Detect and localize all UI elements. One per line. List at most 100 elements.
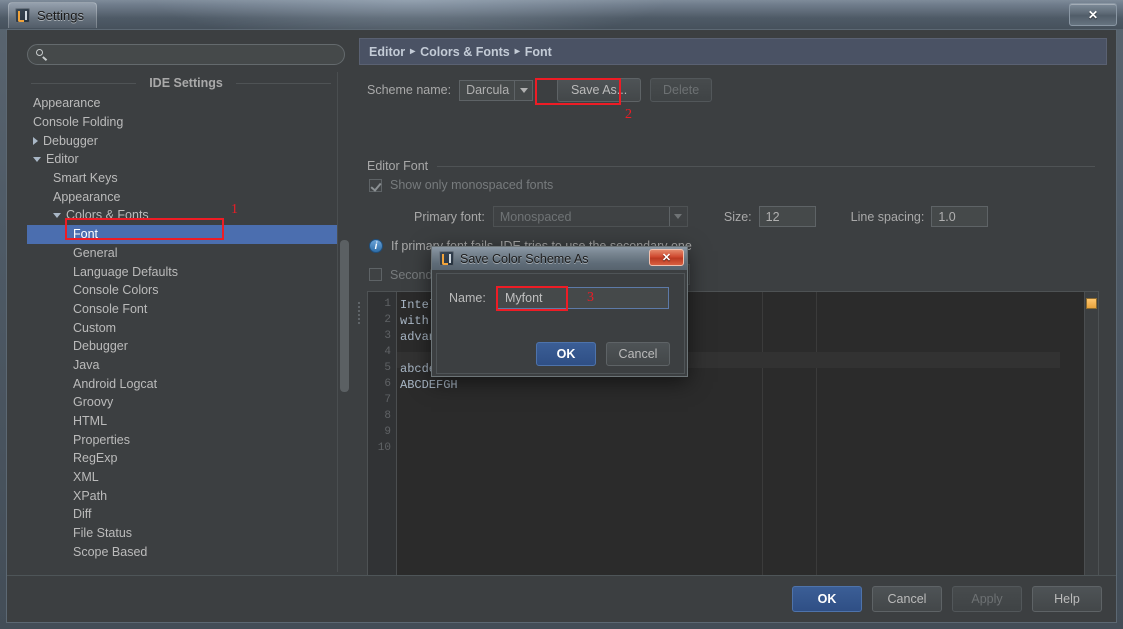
sidebar-item-android-logcat[interactable]: Android Logcat	[27, 374, 345, 393]
line-number: 9	[384, 426, 391, 438]
sidebar-item-groovy[interactable]: Groovy	[27, 393, 345, 412]
sidebar-item-label: Android Logcat	[73, 376, 158, 391]
sidebar-item-html[interactable]: HTML	[27, 412, 345, 431]
dialog-cancel-button[interactable]: Cancel	[606, 342, 670, 366]
chevron-down-icon[interactable]	[514, 80, 532, 100]
breadcrumb: Editor ▸ Colors & Fonts ▸ Font	[359, 38, 1107, 65]
window-close-button[interactable]: ✕	[1069, 3, 1117, 26]
line-number: 10	[377, 442, 391, 454]
show-monospaced-label: Show only monospaced fonts	[390, 178, 554, 192]
sidebar-item-label: Groovy	[73, 395, 114, 410]
sidebar-item-label: Debugger	[73, 339, 128, 354]
line-spacing-label: Line spacing:	[850, 209, 925, 224]
scheme-name-value: Darcula	[466, 83, 510, 97]
chevron-down-icon[interactable]	[668, 207, 687, 226]
primary-font-row: Primary font: Monospaced Size: 12 Line s…	[414, 206, 989, 227]
sidebar-item-properties[interactable]: Properties	[27, 430, 345, 449]
sidebar-item-appearance[interactable]: Appearance	[27, 187, 345, 206]
intellij-logo-icon	[15, 8, 30, 23]
delete-scheme-button: Delete	[650, 78, 713, 102]
size-label: Size:	[723, 209, 752, 224]
breadcrumb-item-editor[interactable]: Editor	[369, 45, 405, 59]
sidebar-item-file-status[interactable]: File Status	[27, 524, 345, 543]
search-input[interactable]	[48, 47, 344, 62]
dialog-close-button[interactable]: ✕	[649, 249, 684, 266]
sidebar-item-smart-keys[interactable]: Smart Keys	[27, 169, 345, 188]
line-number: 6	[384, 378, 391, 390]
primary-font-label: Primary font:	[414, 209, 485, 224]
show-monospaced-checkbox[interactable]	[369, 178, 382, 192]
sidebar-item-scope-based[interactable]: Scope Based	[27, 543, 345, 562]
line-number: 8	[384, 410, 391, 422]
sidebar-item-font[interactable]: Font	[27, 224, 343, 244]
sidebar-scrollbar-track[interactable]	[337, 72, 351, 572]
sidebar-item-label: RegExp	[73, 451, 118, 466]
sidebar-item-label: Debugger	[43, 133, 98, 148]
breadcrumb-separator-icon: ▸	[514, 46, 520, 57]
dialog-titlebar: Save Color Scheme As ✕	[432, 247, 687, 270]
editor-font-group-rule	[437, 166, 1095, 167]
sidebar-item-appearance[interactable]: Appearance	[27, 94, 345, 113]
sidebar-item-label: Smart Keys	[53, 171, 118, 186]
search-icon	[36, 48, 48, 61]
preview-marker-icon[interactable]	[1086, 298, 1097, 309]
sidebar-item-label: Colors & Fonts	[66, 208, 149, 223]
help-button[interactable]: Help	[1032, 586, 1102, 612]
sidebar-item-label: General	[73, 245, 118, 260]
sidebar-item-custom[interactable]: Custom	[27, 318, 345, 337]
primary-font-combo[interactable]: Monospaced	[492, 206, 688, 227]
sidebar-item-console-font[interactable]: Console Font	[27, 300, 345, 319]
sidebar-item-label: Console Folding	[33, 115, 124, 130]
chevron-down-icon[interactable]	[53, 212, 61, 218]
sidebar-item-colors-fonts[interactable]: Colors & Fonts	[27, 206, 345, 225]
sidebar-item-debugger[interactable]: Debugger	[27, 337, 345, 356]
sidebar-item-general[interactable]: General	[27, 244, 345, 263]
breadcrumb-item-font[interactable]: Font	[525, 45, 552, 59]
scheme-name-combo[interactable]: Darcula	[459, 79, 534, 101]
cancel-button[interactable]: Cancel	[872, 586, 942, 612]
line-number: 5	[384, 362, 391, 374]
sidebar-item-language-defaults[interactable]: Language Defaults	[27, 262, 345, 281]
sidebar-item-debugger[interactable]: Debugger	[27, 131, 345, 150]
line-spacing-field[interactable]: 1.0	[931, 206, 989, 227]
search-box[interactable]	[27, 44, 345, 65]
scheme-row: Scheme name: Darcula Save As... Delete	[367, 78, 713, 102]
scheme-name-label: Scheme name:	[367, 83, 452, 97]
dialog-title-text: Save Color Scheme As	[460, 251, 589, 266]
sidebar-item-editor[interactable]: Editor	[27, 150, 345, 169]
dialog-name-field[interactable]: Myfont	[497, 287, 669, 309]
dialog-ok-button[interactable]: OK	[536, 342, 596, 366]
sidebar-item-label: XPath	[73, 488, 108, 503]
line-number: 4	[384, 346, 391, 358]
line-number: 7	[384, 394, 391, 406]
show-monospaced-row[interactable]: Show only monospaced fonts	[369, 178, 553, 192]
sidebar-item-diff[interactable]: Diff	[27, 505, 345, 524]
line-number: 3	[384, 330, 391, 342]
chevron-right-icon[interactable]	[33, 136, 38, 145]
sidebar-item-java[interactable]: Java	[27, 356, 345, 375]
sidebar-item-label: Font	[73, 227, 99, 242]
ok-button[interactable]: OK	[792, 586, 862, 612]
sidebar-item-label: Appearance	[53, 189, 121, 204]
breadcrumb-item-colors-fonts[interactable]: Colors & Fonts	[420, 45, 510, 59]
settings-tree: Appearance Console Folding Debugger Editor S…	[27, 94, 345, 561]
sidebar-item-xml[interactable]: XML	[27, 468, 345, 487]
sidebar-item-console-folding[interactable]: Console Folding	[27, 113, 345, 132]
preview-gutter: 1 2 3 4 5 6 7 8 9 10	[368, 292, 397, 575]
font-size-field[interactable]: 12	[758, 206, 816, 227]
secondary-font-checkbox[interactable]	[369, 268, 382, 281]
save-as-button[interactable]: Save As...	[557, 78, 642, 102]
sidebar-item-console-colors[interactable]: Console Colors	[27, 281, 345, 300]
sidebar-item-label: Language Defaults	[73, 264, 178, 279]
sidebar-item-regexp[interactable]: RegExp	[27, 449, 345, 468]
chevron-down-icon[interactable]	[33, 156, 41, 162]
breadcrumb-separator-icon: ▸	[410, 46, 416, 57]
intellij-logo-icon	[439, 251, 454, 266]
preview-marker-strip[interactable]	[1084, 292, 1098, 575]
save-color-scheme-dialog: Save Color Scheme As ✕ Name: Myfont OK C…	[431, 246, 688, 377]
sidebar-item-xpath[interactable]: XPath	[27, 486, 345, 505]
window-title-tab: Settings	[8, 2, 97, 28]
sidebar-scrollbar-thumb[interactable]	[340, 240, 349, 392]
dialog-name-label: Name:	[449, 291, 486, 305]
sidebar-item-label: XML	[73, 470, 99, 485]
